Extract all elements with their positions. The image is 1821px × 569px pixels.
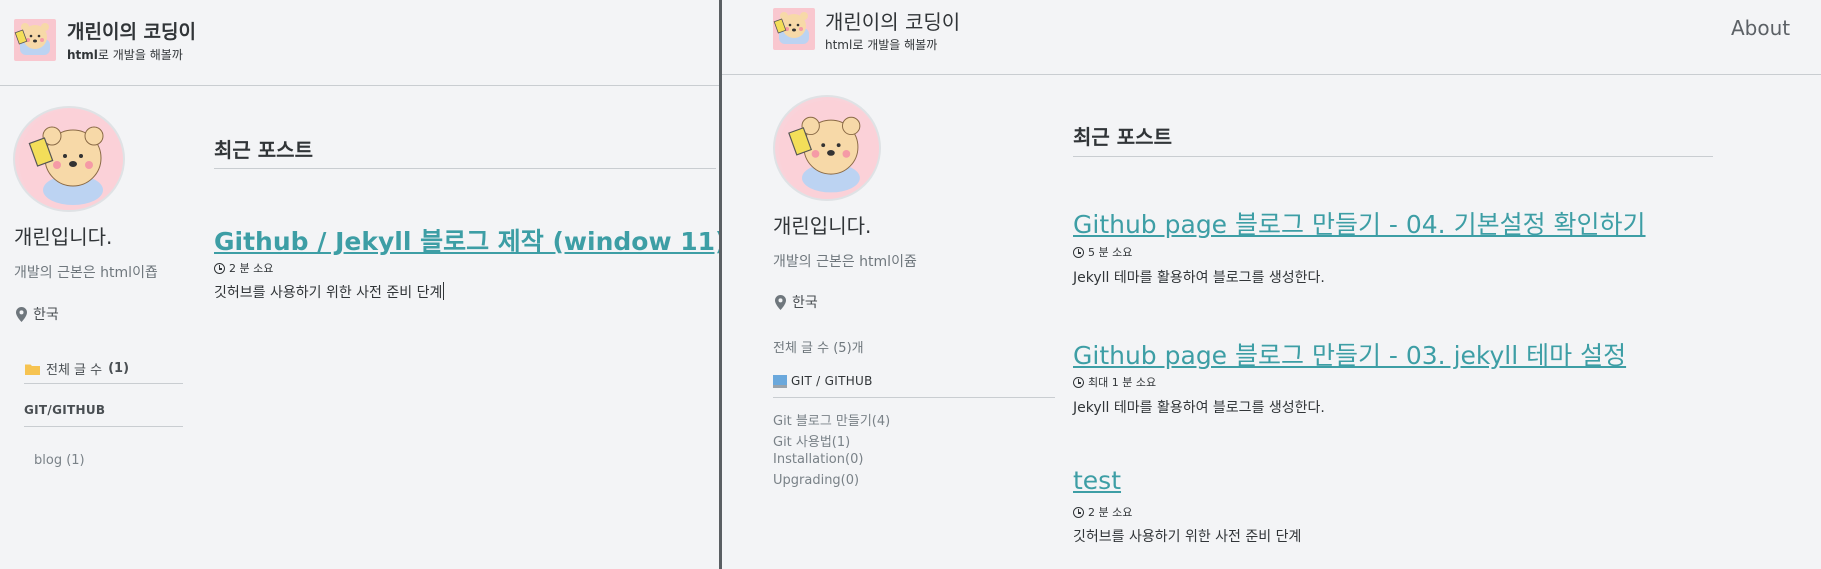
site-subtitle-bold: html: [67, 48, 98, 62]
post-title-link[interactable]: Github / Jekyll 블로그 제작 (window 11): [214, 222, 719, 258]
site-subtitle: html로 개발을 해볼까: [67, 46, 183, 63]
nav-about-link[interactable]: About: [1731, 16, 1790, 40]
category-total-label: 전체 글 수: [46, 363, 103, 378]
post-title-link[interactable]: test: [1073, 466, 1121, 495]
category-heading-text: GIT / GITHUB: [791, 374, 873, 388]
author-location: 한국: [775, 292, 818, 312]
post-read-time: 최대 1 분 소요: [1073, 374, 1156, 390]
folder-icon: [25, 364, 40, 375]
site-title[interactable]: 개린이의 코딩이: [67, 17, 196, 44]
post-read-time-text: 최대 1 분 소요: [1088, 376, 1157, 389]
post-read-time-text: 2 분 소요: [229, 262, 274, 275]
category-item[interactable]: Git 블로그 만들기(4): [773, 410, 890, 429]
category-heading[interactable]: GIT / GITHUB: [773, 374, 873, 388]
site-subtitle: html로 개발을 해볼까: [825, 38, 938, 52]
post-read-time-text: 2 분 소요: [1088, 506, 1133, 519]
category-total[interactable]: 전체 글 수 (1): [25, 359, 129, 378]
post-excerpt: Jekyll 테마를 활용하여 블로그를 생성한다.: [1073, 270, 1325, 286]
book-icon: [773, 374, 787, 388]
author-name: 개린입니다.: [773, 214, 872, 238]
category-total[interactable]: 전체 글 수 (5)개: [773, 337, 864, 356]
category-total-count: (1): [108, 361, 130, 376]
author-location-text: 한국: [33, 307, 59, 323]
clock-icon: [214, 262, 225, 274]
recent-posts-title: 최근 포스트: [1073, 125, 1172, 149]
recent-posts-title: 최근 포스트: [214, 138, 313, 162]
author-avatar: [773, 95, 881, 201]
post-excerpt: Jekyll 테마를 활용하여 블로그를 생성한다.: [1073, 400, 1325, 416]
category-divider: [24, 426, 183, 427]
category-heading[interactable]: GIT/GITHUB: [24, 403, 105, 417]
post-read-time: 5 분 소요: [1073, 244, 1132, 260]
category-item[interactable]: blog (1): [34, 453, 85, 468]
clock-icon: [1073, 246, 1084, 258]
category-item[interactable]: Git 사용법(1): [773, 431, 850, 450]
location-pin-icon: [775, 294, 786, 310]
post-title-link[interactable]: Github page 블로그 만들기 - 04. 기본설정 확인하기: [1073, 205, 1646, 241]
category-item[interactable]: Installation(0): [773, 452, 863, 467]
author-bio: 개발의 근본은 html이쥼: [773, 254, 917, 270]
text-cursor: [443, 282, 444, 300]
clock-icon: [1073, 376, 1084, 388]
category-item[interactable]: Upgrading(0): [773, 473, 859, 488]
recent-posts-divider: [1073, 156, 1713, 157]
post-read-time: 2 분 소요: [1073, 504, 1132, 520]
recent-posts-divider: [214, 168, 716, 169]
right-browser-pane: 개린이의 코딩이 html로 개발을 해볼까 About 개린입니다. 개발의 …: [722, 0, 1821, 569]
category-divider: [24, 383, 183, 384]
author-name: 개린입니다.: [14, 225, 113, 249]
post-excerpt: 깃허브를 사용하기 위한 사전 준비 단계: [214, 285, 443, 301]
post-read-time-text: 5 분 소요: [1088, 246, 1133, 259]
location-pin-icon: [16, 306, 27, 322]
post-read-time: 2 분 소요: [214, 260, 273, 276]
category-divider: [773, 397, 1055, 398]
site-subtitle-rest: 로 개발을 해볼까: [97, 48, 183, 62]
clock-icon: [1073, 506, 1084, 518]
post-title-link[interactable]: Github page 블로그 만들기 - 03. jekyll 테마 설정: [1073, 336, 1626, 372]
post-excerpt: 깃허브를 사용하기 위한 사전 준비 단계: [1073, 529, 1302, 545]
author-location: 한국: [16, 304, 59, 324]
author-bio: 개발의 근본은 html이죱: [14, 265, 158, 281]
left-browser-pane: 개린이의 코딩이 html로 개발을 해볼까 개린입니다. 개발의 근본은 ht…: [0, 0, 719, 569]
masthead: 개린이의 코딩이 html로 개발을 해볼까 About: [722, 0, 1821, 75]
author-avatar: [13, 106, 125, 212]
author-location-text: 한국: [792, 295, 818, 311]
masthead: 개린이의 코딩이 html로 개발을 해볼까: [0, 0, 719, 86]
bear-logo-icon[interactable]: [14, 19, 56, 61]
bear-logo-icon[interactable]: [773, 8, 815, 50]
site-title[interactable]: 개린이의 코딩이: [825, 6, 960, 35]
